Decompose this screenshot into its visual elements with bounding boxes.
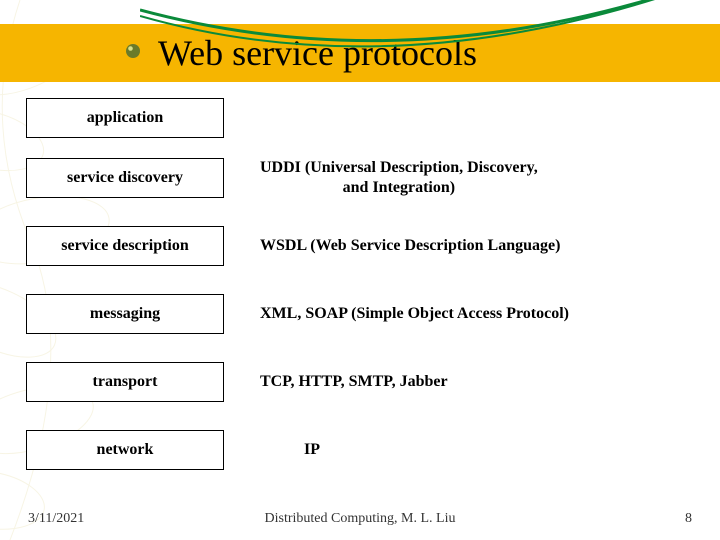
footer-page-number: 8 xyxy=(685,511,692,527)
layer-desc: TCP, HTTP, SMTP, Jabber xyxy=(260,372,448,392)
layer-row-service-discovery: service discovery UDDI (Universal Descri… xyxy=(26,152,700,204)
layer-box: messaging xyxy=(26,294,224,334)
layer-box: service description xyxy=(26,226,224,266)
layer-row-application: application xyxy=(26,96,700,140)
footer-date: 3/11/2021 xyxy=(28,511,84,527)
layer-box: application xyxy=(26,98,224,138)
slide-footer: 3/11/2021 Distributed Computing, M. L. L… xyxy=(0,508,720,530)
title-band: Web service protocols xyxy=(0,24,720,82)
layer-row-service-description: service description WSDL (Web Service De… xyxy=(26,220,700,272)
layer-row-network: network IP xyxy=(26,424,700,476)
layer-box: service discovery xyxy=(26,158,224,198)
footer-center: Distributed Computing, M. L. Liu xyxy=(265,511,456,527)
title-bullet-icon xyxy=(124,42,142,60)
layer-desc: XML, SOAP (Simple Object Access Protocol… xyxy=(260,304,569,324)
layer-desc: WSDL (Web Service Description Language) xyxy=(260,236,560,256)
layer-desc: IP xyxy=(304,440,320,460)
layer-row-messaging: messaging XML, SOAP (Simple Object Acces… xyxy=(26,288,700,340)
layer-box: network xyxy=(26,430,224,470)
layer-box: transport xyxy=(26,362,224,402)
protocol-layers: application service discovery UDDI (Univ… xyxy=(26,96,700,490)
slide-title: Web service protocols xyxy=(158,32,477,74)
layer-row-transport: transport TCP, HTTP, SMTP, Jabber xyxy=(26,356,700,408)
layer-desc: UDDI (Universal Description, Discovery, … xyxy=(260,158,538,198)
